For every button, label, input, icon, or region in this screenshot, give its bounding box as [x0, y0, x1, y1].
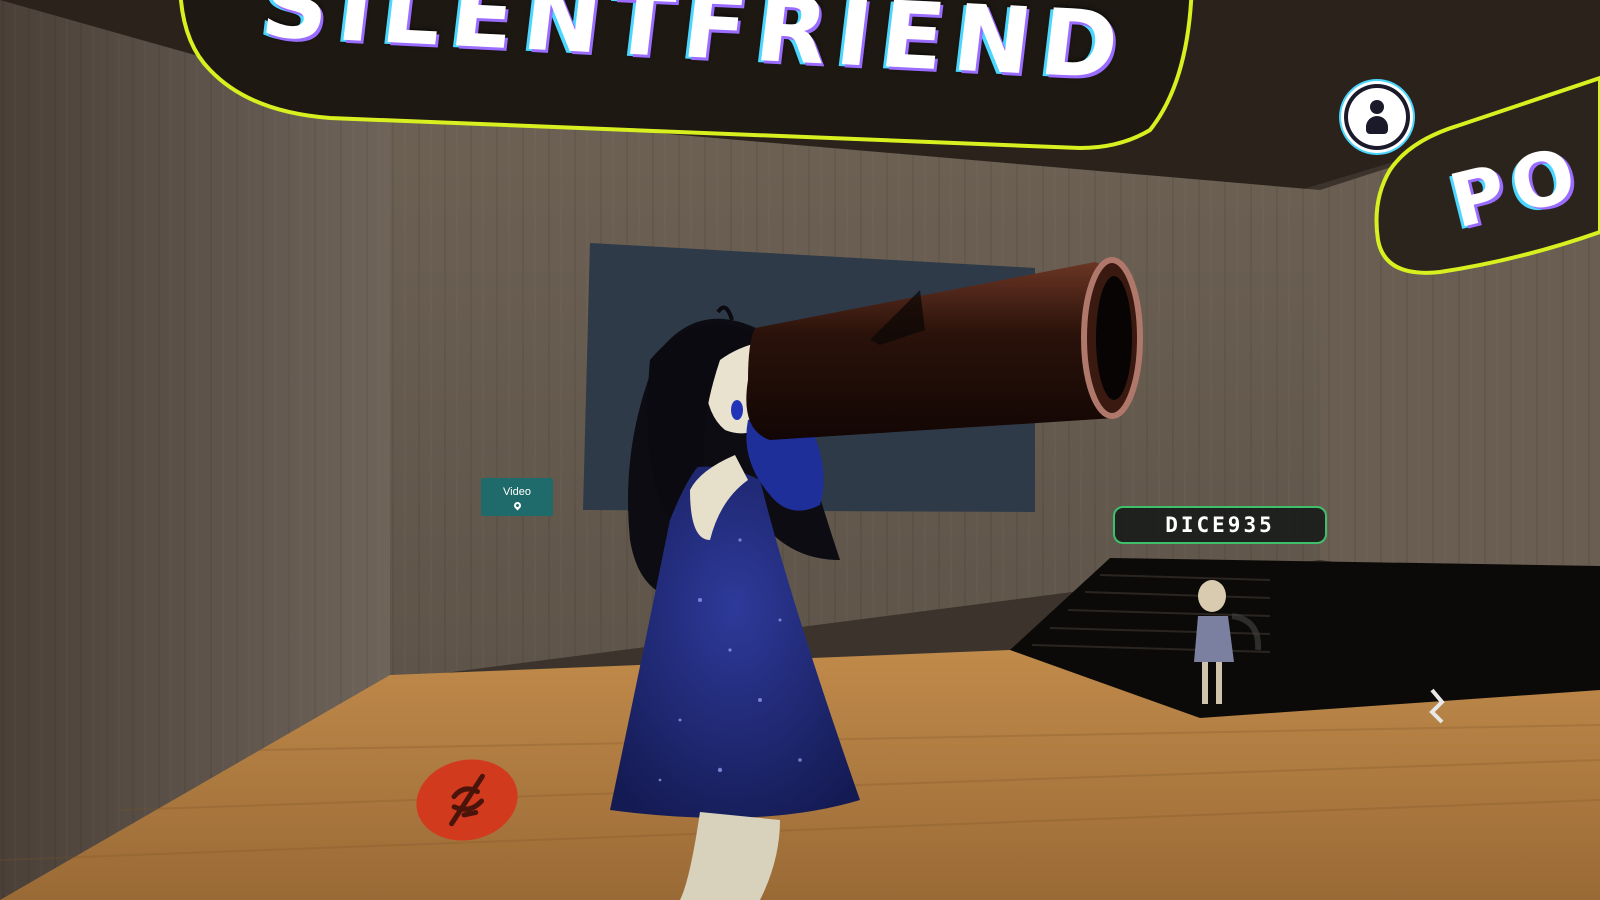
player-nameplate[interactable]: DICE935 [1113, 506, 1327, 544]
person-glyph [1365, 100, 1389, 134]
video-pin-text: Video [503, 485, 531, 498]
info-icon[interactable] [1348, 88, 1406, 146]
video-pin-label[interactable]: Video [481, 478, 553, 516]
mic-muted-icon [449, 773, 485, 827]
map-pin-icon [512, 500, 522, 510]
player-name: DICE935 [1165, 513, 1275, 537]
